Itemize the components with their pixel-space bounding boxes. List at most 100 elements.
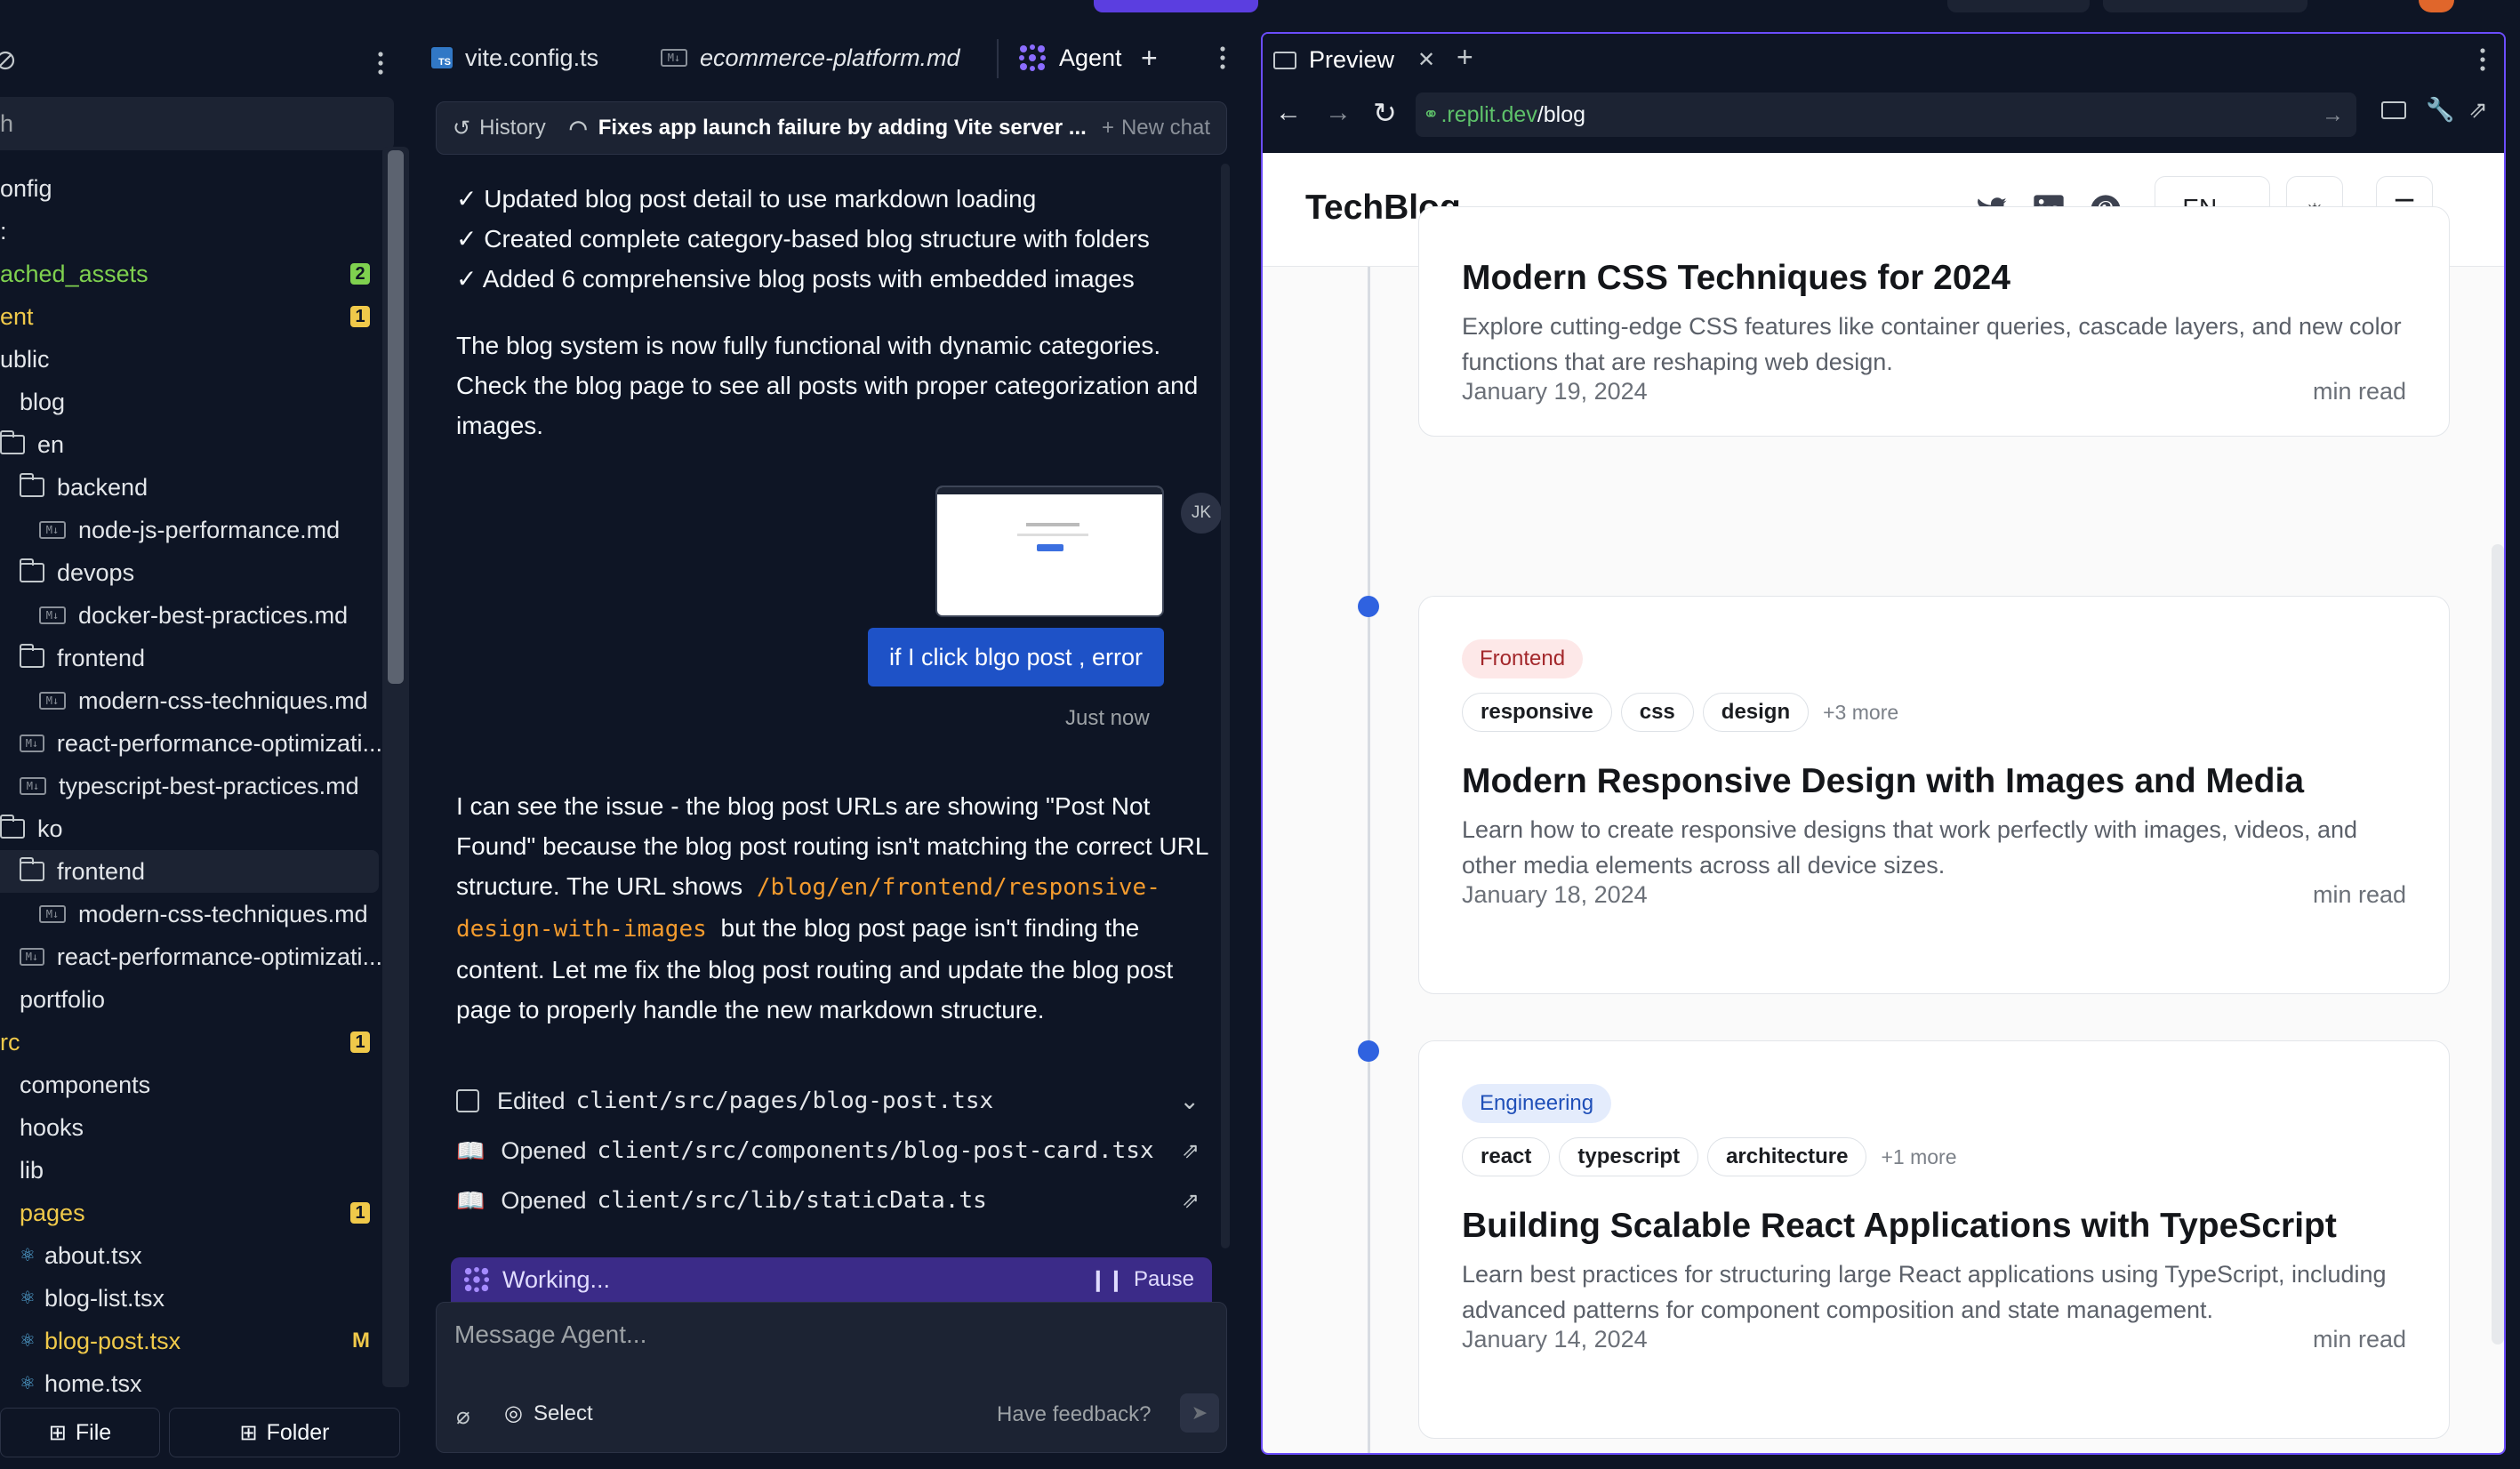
tree-item[interactable]: M↓ docker-best-practices.md (0, 594, 382, 637)
category-badge[interactable]: Engineering (1462, 1084, 1612, 1123)
attached-screenshot-thumbnail[interactable] (935, 486, 1164, 617)
tab-vite-config[interactable]: TS vite.config.ts (431, 30, 598, 85)
preview-scrollbar[interactable] (2492, 544, 2504, 1345)
tree-item[interactable]: M↓ node-js-performance.md (0, 509, 382, 551)
feedback-link[interactable]: Have feedback? (997, 1402, 1151, 1427)
avatar[interactable] (2419, 0, 2454, 12)
new-folder-button[interactable]: ⊞ Folder (169, 1408, 400, 1457)
tree-item[interactable]: components (0, 1064, 382, 1106)
tab-ecommerce-platform[interactable]: M↓ ecommerce-platform.md (661, 30, 960, 85)
tree-item[interactable]: ko (0, 807, 382, 850)
post-read-time: min read (2312, 881, 2406, 908)
more-options-icon[interactable] (2474, 46, 2492, 73)
send-button[interactable]: ➤ (1180, 1393, 1219, 1433)
tree-item[interactable]: ublic (0, 338, 382, 381)
forward-arrow-icon[interactable]: → (1325, 98, 1352, 128)
tree-item[interactable]: frontend (0, 850, 379, 893)
chat-log: ✓ Updated blog post detail to use markdo… (456, 179, 1212, 446)
tree-item[interactable]: : (0, 210, 382, 253)
sidebar-scrollbar[interactable] (382, 147, 409, 1387)
more-options-icon[interactable] (1214, 44, 1232, 71)
book-icon: 📖 (456, 1136, 486, 1164)
tree-item[interactable]: pages 1 (0, 1192, 382, 1234)
tree-item[interactable]: frontend (0, 637, 382, 679)
more-options-icon[interactable] (372, 50, 389, 76)
tag-list: responsive css design +3 more (1462, 693, 1898, 732)
plus-icon: + (1101, 116, 1114, 140)
tree-item[interactable]: onfig (0, 167, 382, 210)
post-title[interactable]: Modern CSS Techniques for 2024 (1462, 259, 2010, 298)
open-external-icon[interactable]: ⇗ (1182, 1138, 1200, 1164)
tag-chip[interactable]: responsive (1462, 693, 1612, 732)
tree-item[interactable]: M↓ modern-css-techniques.md (0, 679, 382, 722)
blog-post-card[interactable]: Frontend responsive css design +3 more M… (1418, 596, 2450, 994)
tree-item[interactable]: ached_assets 2 (0, 253, 382, 295)
tab-preview[interactable]: Preview ✕ (1273, 46, 1435, 74)
file-search-input[interactable]: h (0, 97, 394, 150)
tree-item[interactable]: ⚛ blog-list.tsx (0, 1277, 382, 1320)
tag-chip[interactable]: design (1702, 693, 1810, 732)
tree-item[interactable]: backend (0, 466, 382, 509)
toolbar-field[interactable] (1947, 0, 2090, 12)
toolbar-field[interactable] (2103, 0, 2307, 12)
chat-scrollbar[interactable] (1221, 164, 1230, 1248)
run-button[interactable] (1094, 0, 1258, 12)
action-opened-file[interactable]: 📖 Opened client/src/components/blog-post… (456, 1129, 1212, 1172)
new-chat-button[interactable]: + New chat (1102, 116, 1210, 140)
edit-icon (456, 1089, 479, 1112)
pause-button[interactable]: ❙❙ Pause (1089, 1267, 1194, 1293)
blog-post-card[interactable]: Engineering react typescript architectur… (1418, 1040, 2450, 1439)
history-button[interactable]: ↺ History (453, 116, 546, 141)
tag-chip[interactable]: architecture (1707, 1137, 1867, 1176)
new-file-button[interactable]: ⊞ File (0, 1408, 160, 1457)
url-bar[interactable]: ⚭ .replit.dev /blog → (1416, 92, 2356, 137)
open-external-icon[interactable]: ⇗ (1182, 1188, 1200, 1214)
tree-item-label: pages (20, 1199, 85, 1226)
open-new-window-icon[interactable]: ⇗ (2468, 96, 2488, 124)
tree-item[interactable]: blog (0, 381, 382, 423)
tree-item[interactable]: en (0, 423, 382, 466)
file-tree: onfig: ached_assets 2 ent 1 ublic blog en backen… (0, 167, 382, 1405)
action-edited-file[interactable]: Edited client/src/pages/blog-post.tsx ⌄ (456, 1080, 1212, 1122)
more-tags[interactable]: +1 more (1881, 1145, 1956, 1169)
markdown-file-icon: M↓ (39, 905, 66, 923)
go-arrow-icon[interactable]: → (2322, 102, 2344, 128)
blog-post-card[interactable]: Modern CSS Techniques for 2024 Explore c… (1418, 206, 2450, 437)
tree-item[interactable]: ent 1 (0, 295, 382, 338)
tag-chip[interactable]: react (1462, 1137, 1551, 1176)
tag-chip[interactable]: typescript (1559, 1137, 1699, 1176)
tree-item[interactable]: rc 1 (0, 1021, 382, 1064)
select-button[interactable]: ◎ Select (504, 1401, 593, 1426)
device-icon[interactable] (2381, 101, 2406, 119)
tree-item[interactable]: M↓ modern-css-techniques.md (0, 893, 382, 935)
scrollbar-thumb[interactable] (388, 150, 404, 684)
chat-title[interactable]: ◠ Fixes app launch failure by adding Vit… (569, 116, 1087, 141)
back-arrow-icon[interactable]: ← (1275, 98, 1302, 128)
tree-item[interactable]: M↓ react-performance-optimizati... (0, 722, 382, 765)
tree-item[interactable]: M↓ react-performance-optimizati... (0, 935, 382, 978)
tree-item[interactable]: portfolio (0, 978, 382, 1021)
new-tab-plus-icon[interactable]: + (1457, 41, 1473, 74)
tree-item[interactable]: lib (0, 1149, 382, 1192)
tree-item[interactable]: ⚛ home.tsx (0, 1362, 382, 1405)
tree-item[interactable]: ⚛ blog-post.tsx M (0, 1320, 382, 1362)
reload-icon[interactable]: ↻ (1373, 96, 1397, 130)
post-title[interactable]: Modern Responsive Design with Images and… (1462, 762, 2304, 801)
action-opened-file[interactable]: 📖 Opened client/src/lib/staticData.ts ⇗ (456, 1179, 1212, 1222)
tree-item[interactable]: devops (0, 551, 382, 594)
message-input[interactable]: Message Agent... (454, 1320, 1201, 1365)
agent-summary: The blog system is now fully functional … (456, 332, 1199, 439)
close-icon[interactable]: ✕ (1417, 47, 1435, 73)
chevron-down-icon[interactable]: ⌄ (1179, 1088, 1200, 1115)
devtools-wrench-icon[interactable]: 🔧 (2426, 96, 2454, 124)
category-badge[interactable]: Frontend (1462, 639, 1584, 678)
tag-chip[interactable]: css (1620, 693, 1694, 732)
post-title[interactable]: Building Scalable React Applications wit… (1462, 1207, 2337, 1246)
tree-item[interactable]: M↓ typescript-best-practices.md (0, 765, 382, 807)
tree-item[interactable]: hooks (0, 1106, 382, 1149)
new-tab-plus-icon[interactable]: + (1141, 30, 1158, 85)
tab-agent[interactable]: Agent (1018, 30, 1122, 85)
tree-item[interactable]: ⚛ about.tsx (0, 1234, 382, 1277)
attach-icon[interactable]: ⌀ (456, 1402, 470, 1430)
more-tags[interactable]: +3 more (1823, 701, 1898, 725)
